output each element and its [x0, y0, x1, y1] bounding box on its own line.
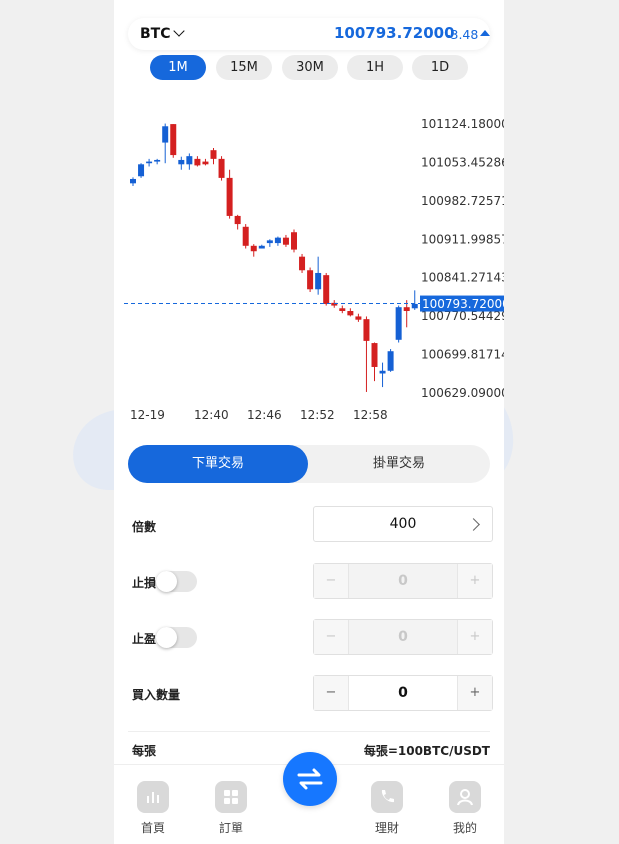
- take-profit-plus-button[interactable]: +: [457, 620, 492, 654]
- candle-body: [323, 275, 330, 304]
- candle-body: [299, 256, 306, 271]
- candle-body: [291, 232, 297, 250]
- candle-body: [387, 351, 394, 371]
- tab-1d[interactable]: 1D: [412, 55, 468, 80]
- current-price-label: 100793.72000: [422, 297, 504, 311]
- tab-1m[interactable]: 1M: [150, 55, 206, 80]
- candle-body: [339, 308, 346, 312]
- candle-body: [170, 124, 177, 156]
- candle-body: [403, 307, 410, 312]
- price-axis-label: 100841.27143: [421, 271, 504, 285]
- grid-icon: [215, 781, 247, 813]
- per-lot-value: 每張=100BTC/USDT: [363, 744, 490, 758]
- candle-body: [154, 159, 161, 162]
- nav-mine-label: 我的: [452, 821, 477, 835]
- candle-body: [186, 156, 193, 165]
- price-axis-label: 101053.45286: [421, 155, 504, 169]
- tab-15m[interactable]: 15M: [216, 55, 272, 80]
- user-icon: [449, 781, 481, 813]
- per-lot-label: 每張: [132, 744, 157, 758]
- tab-market-order[interactable]: 下單交易: [128, 445, 308, 483]
- take-profit-toggle[interactable]: [156, 627, 197, 648]
- candle-body: [234, 215, 241, 225]
- time-axis-label: 12:46: [247, 408, 282, 422]
- candle-body: [210, 150, 217, 159]
- nav-home-label: 首頁: [140, 821, 165, 835]
- candle-body: [226, 177, 233, 216]
- candle-body: [274, 237, 281, 244]
- nav-orders[interactable]: 訂單: [206, 781, 256, 836]
- price-axis-label: 100699.81714: [421, 348, 504, 362]
- nav-finance[interactable]: 理財: [362, 781, 412, 836]
- ticker-bar: BTC 100793.72000 -3.48: [128, 18, 490, 50]
- candle-body: [282, 237, 289, 245]
- time-axis-label: 12-19: [130, 408, 165, 422]
- price-axis-label: 100629.09000: [421, 386, 504, 400]
- multiplier-value: 400: [389, 516, 417, 532]
- price-axis-label: 100982.72571: [421, 194, 504, 208]
- chart-bars-icon: [137, 781, 169, 813]
- time-axis-label: 12:40: [194, 408, 229, 422]
- candle-body: [178, 159, 185, 165]
- price-axis-label: 101124.18000: [421, 117, 504, 131]
- symbol-label: BTC: [140, 26, 171, 42]
- candle-body: [379, 370, 386, 374]
- candle-body: [355, 316, 362, 320]
- phone-icon: [371, 781, 403, 813]
- nav-home[interactable]: 首頁: [128, 781, 178, 836]
- trade-mode-tabs: 下單交易 掛單交易: [128, 445, 490, 483]
- candle-body: [138, 164, 145, 177]
- candle-body: [202, 161, 209, 165]
- take-profit-stepper[interactable]: − 0 +: [313, 619, 493, 655]
- candle-body: [130, 178, 136, 184]
- candle-body: [162, 126, 169, 143]
- toggle-knob: [156, 571, 177, 592]
- candle-body: [194, 158, 201, 166]
- tab-1h[interactable]: 1H: [347, 55, 403, 80]
- take-profit-label: 止盈: [132, 632, 157, 646]
- stop-loss-toggle[interactable]: [156, 571, 197, 592]
- time-axis-label: 12:52: [300, 408, 335, 422]
- candle-body: [258, 245, 265, 249]
- swap-arrows-icon: [297, 768, 323, 790]
- chevron-down-icon: [172, 25, 185, 37]
- candle-body: [371, 343, 378, 367]
- nav-mine[interactable]: 我的: [440, 781, 490, 836]
- stop-loss-label: 止損: [132, 576, 157, 590]
- quantity-plus-button[interactable]: +: [457, 676, 492, 710]
- candle-body: [146, 161, 153, 164]
- time-axis-label: 12:58: [353, 408, 388, 422]
- candle-body: [242, 226, 249, 246]
- quantity-label: 買入數量: [132, 688, 181, 702]
- current-price: 100793.72000: [334, 24, 455, 42]
- toggle-knob: [156, 627, 177, 648]
- candle-body: [363, 319, 370, 341]
- tab-limit-order[interactable]: 掛單交易: [308, 445, 490, 483]
- price-change: -3.48: [446, 27, 479, 42]
- phone-screen: BTC 100793.72000 -3.48 1M 15M 30M 1H 1D …: [114, 0, 504, 844]
- candle-body: [266, 240, 273, 244]
- price-axis-label: 100911.99857: [421, 232, 504, 246]
- quantity-stepper[interactable]: − 0 +: [313, 675, 493, 711]
- candle-body: [250, 245, 257, 252]
- candle-body: [347, 311, 354, 316]
- candle-body: [395, 307, 402, 340]
- nav-orders-label: 訂單: [218, 821, 243, 835]
- candle-body: [307, 270, 314, 290]
- candle-body: [315, 272, 322, 290]
- swap-button[interactable]: [283, 752, 337, 806]
- multiplier-label: 倍數: [132, 520, 157, 534]
- tab-30m[interactable]: 30M: [282, 55, 338, 80]
- candlestick-chart: 101124.18000 101053.45286 100982.72571 1009…: [124, 117, 504, 422]
- stop-loss-plus-button[interactable]: +: [457, 564, 492, 598]
- symbol-selector[interactable]: BTC: [140, 25, 185, 42]
- stop-loss-stepper[interactable]: − 0 +: [313, 563, 493, 599]
- divider: [128, 731, 490, 732]
- candle-body: [218, 158, 225, 178]
- nav-finance-label: 理財: [374, 821, 399, 835]
- triangle-up-icon: [480, 30, 490, 36]
- candle-body: [411, 303, 418, 309]
- multiplier-select[interactable]: 400: [313, 506, 493, 542]
